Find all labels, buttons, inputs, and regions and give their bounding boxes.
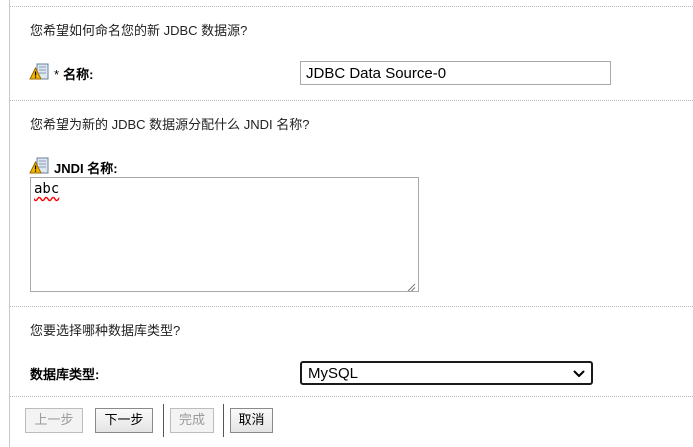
- jndi-label: JNDI 名称:: [54, 161, 118, 176]
- resize-grip-graphic: [407, 283, 416, 292]
- help-info-icon-graphic: [29, 63, 49, 80]
- top-separator: [10, 6, 693, 7]
- jndi-textarea[interactable]: abc: [30, 177, 419, 292]
- dbtype-label: 数据库类型:: [30, 367, 100, 382]
- dbtype-question: 您要选择哪种数据库类型?: [30, 323, 181, 338]
- button-divider: [223, 404, 224, 437]
- separator-2: [10, 306, 693, 307]
- next-button[interactable]: 下一步: [95, 408, 153, 433]
- separator-3: [10, 396, 693, 397]
- help-info-icon-graphic: [29, 157, 49, 174]
- page-left-border: [9, 0, 10, 447]
- button-divider: [163, 404, 164, 437]
- name-input[interactable]: [300, 61, 611, 85]
- dbtype-select[interactable]: MySQL: [300, 361, 593, 385]
- chevron-down-icon: [573, 365, 585, 382]
- resize-grip-icon[interactable]: [406, 280, 416, 292]
- separator-1: [10, 100, 693, 101]
- jndi-question: 您希望为新的 JDBC 数据源分配什么 JNDI 名称?: [30, 117, 310, 132]
- help-info-icon[interactable]: [29, 157, 49, 175]
- cancel-button[interactable]: 取消: [230, 408, 273, 433]
- jndi-value: abc: [34, 181, 60, 197]
- name-question: 您希望如何命名您的新 JDBC 数据源?: [30, 23, 248, 38]
- dbtype-selected-value: MySQL: [308, 364, 359, 382]
- help-info-icon[interactable]: [29, 63, 49, 81]
- required-mark: *: [54, 67, 60, 82]
- back-button[interactable]: 上一步: [25, 408, 83, 433]
- finish-button[interactable]: 完成: [170, 408, 214, 433]
- chevron-down-graphic: [573, 370, 585, 377]
- name-label: * 名称:: [54, 64, 93, 83]
- name-label-text: 名称:: [63, 67, 94, 82]
